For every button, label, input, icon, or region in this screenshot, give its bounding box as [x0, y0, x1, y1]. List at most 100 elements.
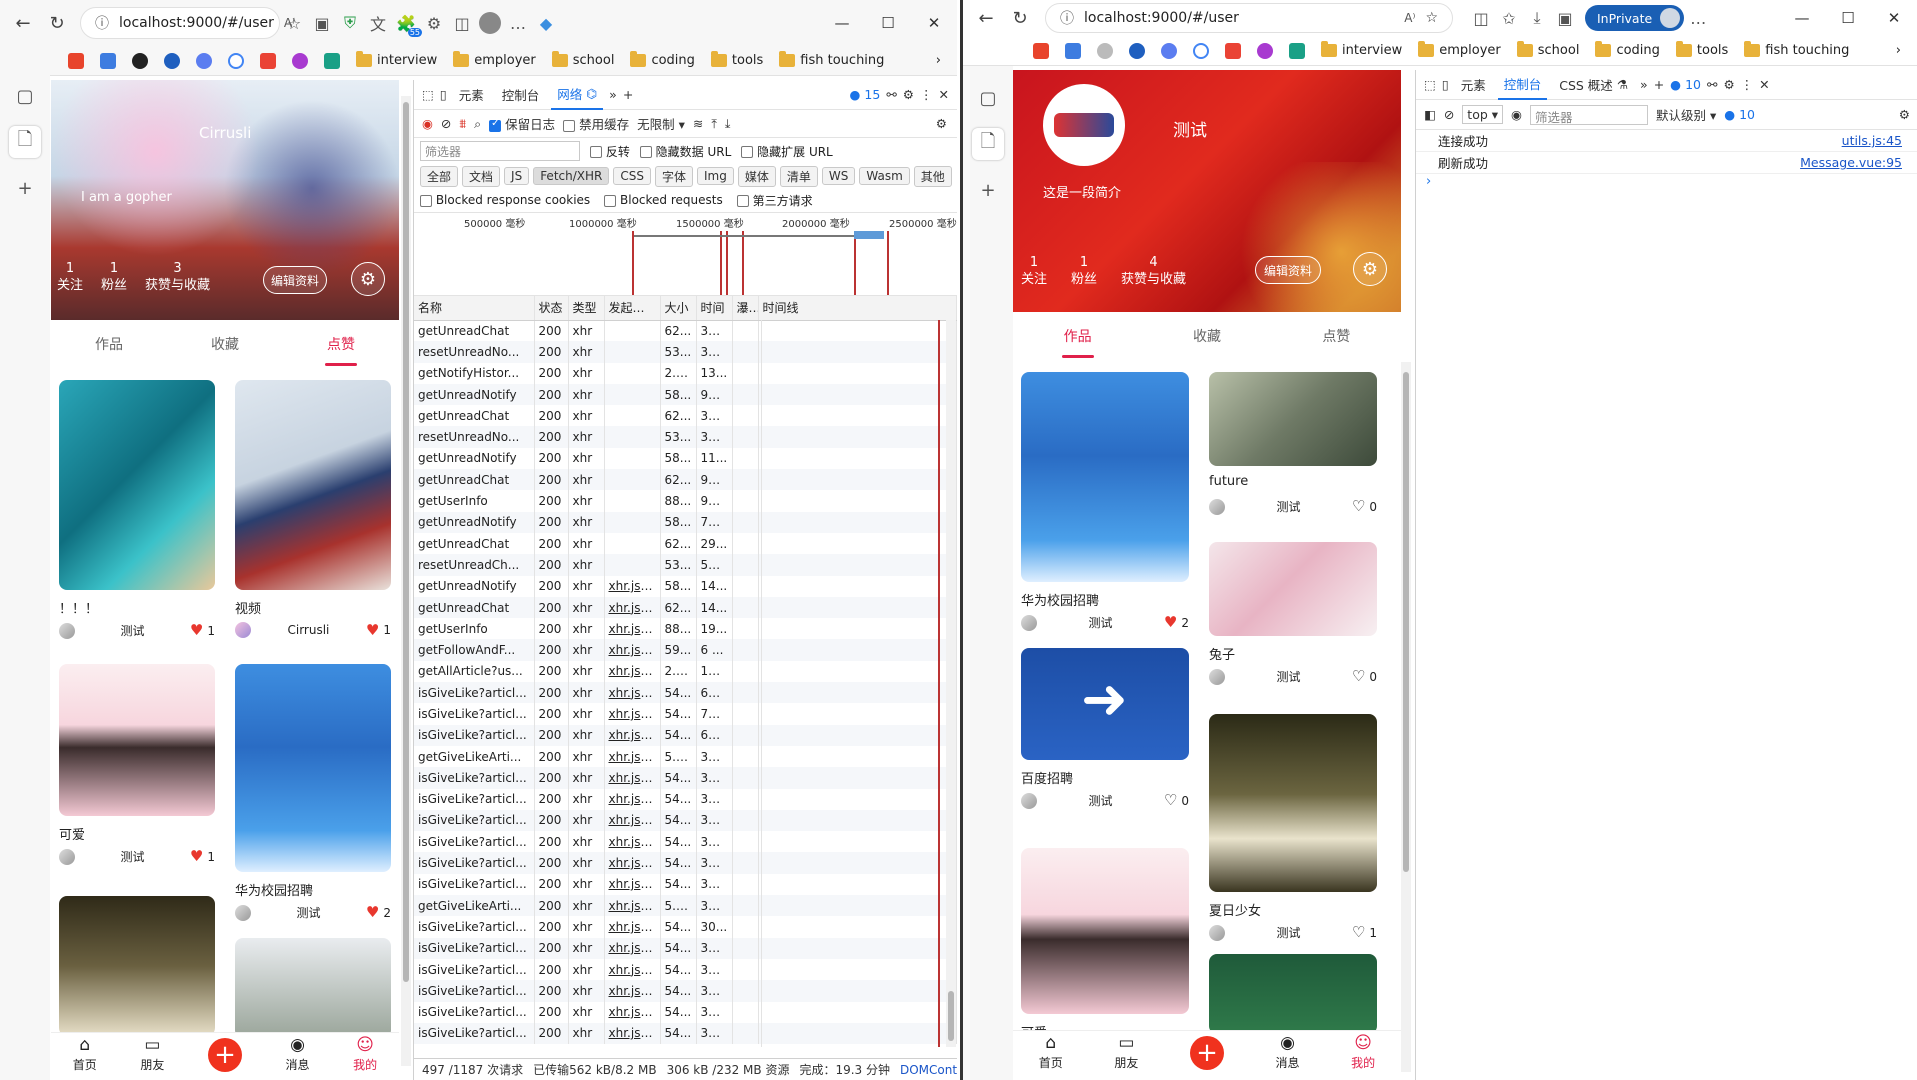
settings-icon[interactable]: ⚙: [903, 87, 914, 102]
settings-button[interactable]: ⚙: [351, 262, 385, 296]
refresh-icon[interactable]: ↻: [40, 6, 74, 40]
profile-icon[interactable]: [476, 9, 504, 37]
add-tab-icon[interactable]: +: [1654, 77, 1664, 92]
tab-elements[interactable]: 元素: [453, 80, 490, 110]
fav-folder-employer[interactable]: employer: [447, 49, 542, 73]
favorites-icon[interactable]: ✩: [1495, 4, 1523, 32]
fav-folder-employer[interactable]: employer: [1412, 39, 1507, 63]
back-icon[interactable]: ←: [6, 6, 40, 40]
table-row[interactable]: getFollowAndF... 200 xhr xhr.js:2... 59... 6 …: [414, 639, 957, 661]
log-count-badge[interactable]: ● 10: [1724, 107, 1755, 122]
copilot-icon[interactable]: ◆: [532, 9, 560, 37]
console-filter-input[interactable]: 筛选器: [1529, 104, 1648, 125]
close-devtools-icon[interactable]: ✕: [939, 87, 949, 102]
page-scrollbar[interactable]: [1401, 362, 1411, 1072]
card[interactable]: 夏日少女 测试 ♡ 1: [1209, 714, 1377, 941]
table-row[interactable]: getUserInfo 200 xhr 88... 99 ...: [414, 490, 957, 512]
table-row[interactable]: getUnreadNotify 200 xhr 58... 97 ...: [414, 383, 957, 406]
tab-actions-icon[interactable]: ▢: [972, 82, 1004, 114]
log-source-link[interactable]: utils.js:45: [1842, 133, 1902, 148]
fav-icon-dropbox[interactable]: [94, 49, 122, 73]
like-control[interactable]: ♥ 2: [1164, 615, 1189, 630]
type-filter-wasm[interactable]: Wasm: [859, 167, 910, 185]
table-row[interactable]: getAllArticle?us... 200 xhr xhr.js:2... 2.9.…: [414, 660, 957, 683]
filter-icon[interactable]: ⩩: [459, 116, 466, 132]
extensions-icon[interactable]: ⚙: [420, 9, 448, 37]
read-aloud-icon[interactable]: A⁾: [1404, 11, 1415, 25]
stat-following[interactable]: 1 关注: [1021, 254, 1047, 288]
table-row[interactable]: getGiveLikeArti... 200 xhr xhr.js:2... 5.3..…: [414, 895, 957, 917]
fav-icon-gmail[interactable]: [254, 49, 282, 73]
tab-favorites[interactable]: 收藏: [1181, 320, 1233, 352]
filter-input[interactable]: 筛选器: [420, 141, 580, 161]
table-row[interactable]: isGiveLike?articl... 200 xhr xhr.js:2... 54.…: [414, 831, 957, 853]
more-icon[interactable]: ⋮: [1741, 77, 1754, 92]
scrollbar-thumb[interactable]: [948, 991, 954, 1041]
request-initiator[interactable]: xhr.js:2...: [604, 937, 661, 959]
table-row[interactable]: getUnreadNotify 200 xhr 58... 78 ...: [414, 511, 957, 533]
table-row[interactable]: getUnreadChat 200 xhr 62... 31 ...: [414, 405, 957, 427]
disable-cache-checkbox[interactable]: 禁用缓存: [563, 114, 629, 133]
fav-icon-green[interactable]: [318, 49, 346, 73]
log-source-link[interactable]: Message.vue:95: [1800, 155, 1902, 170]
fav-icon-blue[interactable]: [190, 49, 218, 73]
link-icon[interactable]: ⚯: [1707, 77, 1717, 92]
page-scrollbar[interactable]: [401, 96, 411, 1066]
fav-icon-green[interactable]: [1283, 39, 1311, 63]
maximize-icon[interactable]: ☐: [865, 14, 911, 32]
tab-css-overview[interactable]: CSS 概述 ⚗: [1553, 70, 1634, 100]
card[interactable]: future 测试 ♡ 0: [1209, 372, 1377, 515]
fav-folder-coding[interactable]: coding: [624, 49, 700, 73]
tab-elements[interactable]: 元素: [1455, 70, 1492, 100]
fav-icon-github[interactable]: [1091, 39, 1119, 63]
col-name[interactable]: 名称: [414, 296, 535, 321]
settings-icon[interactable]: ⚙: [1723, 77, 1734, 92]
tab-likes[interactable]: 点赞: [315, 328, 367, 366]
table-row[interactable]: isGiveLike?articl... 200 xhr xhr.js:2... 54.…: [414, 1001, 957, 1023]
type-filter-manifest[interactable]: 清单: [779, 165, 818, 187]
fav-folder-coding[interactable]: coding: [1589, 39, 1665, 63]
type-filter-media[interactable]: 媒体: [737, 165, 776, 187]
collections-icon[interactable]: ▣: [1551, 4, 1579, 32]
clear-console-icon[interactable]: ⊘: [1444, 107, 1454, 122]
page-icon[interactable]: 🗋: [972, 128, 1004, 160]
col-time[interactable]: 时间: [696, 296, 733, 321]
request-initiator[interactable]: xhr.js:2...: [604, 660, 661, 683]
nav-messages[interactable]: ◉ 消息: [1276, 1034, 1300, 1071]
nav-friends[interactable]: ▭ 朋友: [140, 1036, 164, 1073]
badge-extension-icon[interactable]: 🧩 55: [392, 9, 422, 37]
card[interactable]: ➜ 百度招聘 测试 ♡ 0: [1021, 648, 1189, 809]
type-filter-ws[interactable]: WS: [821, 167, 856, 185]
request-initiator[interactable]: xhr.js:2...: [604, 809, 661, 832]
type-filter-fetch[interactable]: Fetch/XHR: [533, 167, 610, 185]
card[interactable]: 兔子 测试 ♡ 0: [1209, 542, 1377, 685]
card[interactable]: 华为校园招聘 测试 ♥ 2: [235, 664, 391, 921]
request-initiator[interactable]: xhr.js:2...: [604, 852, 661, 874]
more-icon[interactable]: ⋮: [920, 87, 933, 102]
request-initiator[interactable]: xhr.js:2...: [604, 703, 661, 725]
table-row[interactable]: getNotifyHistor... 200 xhr 2.8... 13...: [414, 362, 957, 384]
fav-folder-interview[interactable]: interview: [350, 49, 443, 73]
nav-home[interactable]: ⌂ 首页: [73, 1036, 97, 1073]
refresh-icon[interactable]: ↻: [1003, 1, 1037, 35]
like-control[interactable]: ♡ 0: [1164, 793, 1189, 808]
scrollbar-thumb[interactable]: [1403, 372, 1409, 872]
invert-checkbox[interactable]: 反转: [590, 143, 630, 160]
col-type[interactable]: 类型: [568, 296, 605, 321]
nav-me[interactable]: ☺ 我的: [1351, 1034, 1375, 1071]
nav-home[interactable]: ⌂ 首页: [1039, 1034, 1063, 1071]
network-overview[interactable]: 500000 毫秒 1000000 毫秒 1500000 毫秒 2000000 …: [414, 212, 957, 296]
table-row[interactable]: isGiveLike?articl... 200 xhr xhr.js:2... 54.…: [414, 809, 957, 832]
inspect-icon[interactable]: ⬚: [422, 87, 434, 102]
fav-icon-c[interactable]: [62, 49, 90, 73]
table-row[interactable]: getUnreadChat 200 xhr 62... 32 ...: [414, 320, 957, 342]
table-row[interactable]: getGiveLikeArti... 200 xhr xhr.js:2... 5.3..…: [414, 745, 957, 768]
console-prompt[interactable]: ›: [1416, 174, 1917, 194]
tab-actions-icon[interactable]: ▢: [9, 80, 41, 112]
close-icon[interactable]: ✕: [1871, 9, 1917, 27]
tab-likes[interactable]: 点赞: [1310, 320, 1362, 352]
card[interactable]: 可爱: [1021, 848, 1189, 1032]
table-row[interactable]: isGiveLike?articl... 200 xhr xhr.js:2... 54.…: [414, 873, 957, 896]
nav-messages[interactable]: ◉ 消息: [286, 1036, 310, 1073]
table-row[interactable]: isGiveLike?articl... 200 xhr xhr.js:2... 54.…: [414, 916, 957, 938]
